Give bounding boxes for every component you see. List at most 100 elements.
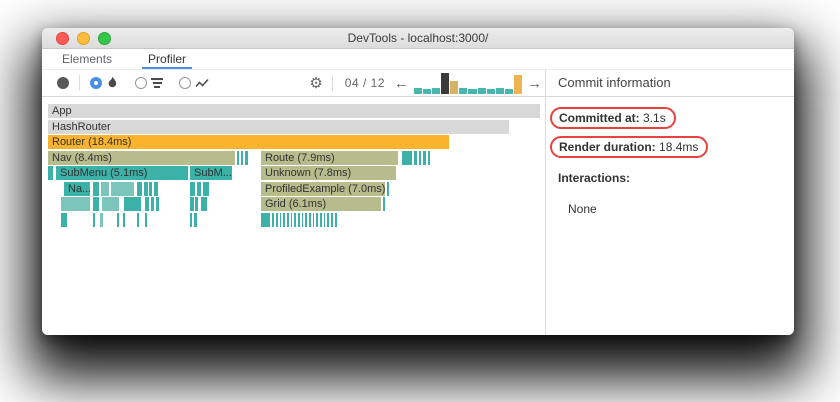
flame-tick[interactable]: [61, 213, 67, 227]
flame-tick[interactable]: [283, 213, 285, 227]
flame-tick[interactable]: [241, 151, 243, 165]
flame-tick[interactable]: [302, 213, 303, 227]
flame-bar[interactable]: Unknown (7.8ms): [261, 166, 396, 180]
flame-tick[interactable]: [237, 151, 239, 165]
flame-tick[interactable]: [261, 213, 270, 227]
flame-tick[interactable]: [423, 151, 426, 165]
flame-tick[interactable]: [93, 197, 99, 211]
flame-tick[interactable]: [144, 182, 148, 196]
minimize-button[interactable]: [77, 32, 90, 45]
flame-bar[interactable]: Grid (6.1ms): [261, 197, 381, 211]
tab-profiler[interactable]: Profiler: [142, 49, 192, 69]
flame-tick[interactable]: [111, 182, 134, 196]
zoom-button[interactable]: [98, 32, 111, 45]
flame-tick[interactable]: [402, 151, 412, 165]
minimap-commit-bar[interactable]: [504, 88, 513, 94]
minimap-commit-bar[interactable]: [468, 88, 477, 94]
flame-tick[interactable]: [117, 213, 119, 227]
flame-tick[interactable]: [327, 213, 329, 227]
minimap-commit-bar[interactable]: [495, 87, 504, 94]
radio-ranked-view[interactable]: [135, 77, 147, 89]
interactions-icon[interactable]: [195, 78, 209, 89]
next-commit-button[interactable]: →: [524, 76, 545, 91]
flame-tick[interactable]: [137, 213, 139, 227]
flame-tick[interactable]: [313, 213, 314, 227]
flame-tick[interactable]: [272, 213, 274, 227]
flame-tick[interactable]: [101, 182, 109, 196]
flame-tick[interactable]: [190, 213, 192, 227]
ranked-icon[interactable]: [151, 78, 163, 88]
flame-tick[interactable]: [428, 151, 430, 165]
prev-commit-button[interactable]: ←: [391, 76, 412, 91]
flame-tick[interactable]: [201, 197, 207, 211]
flame-tick[interactable]: [320, 213, 322, 227]
flame-tick[interactable]: [190, 182, 195, 196]
minimap-commit-bar[interactable]: [450, 80, 459, 94]
flame-tick[interactable]: [331, 213, 333, 227]
flame-tick[interactable]: [287, 213, 289, 227]
flame-tick[interactable]: [294, 213, 296, 227]
flame-icon[interactable]: [106, 76, 119, 90]
flame-bar[interactable]: HashRouter: [48, 120, 509, 134]
flame-tick[interactable]: [100, 213, 103, 227]
flame-bar[interactable]: SubMenu (5.1ms): [56, 166, 188, 180]
minimap-commit-bar[interactable]: [432, 87, 441, 94]
flame-tick[interactable]: [93, 213, 95, 227]
flame-tick[interactable]: [102, 197, 119, 211]
render-duration-value: 18.4ms: [659, 140, 699, 154]
flame-tick[interactable]: [149, 182, 152, 196]
flame-tick[interactable]: [151, 197, 154, 211]
flame-tick[interactable]: [194, 213, 197, 227]
flame-tick[interactable]: [203, 182, 209, 196]
flame-tick[interactable]: [316, 213, 318, 227]
minimap-commit-bar[interactable]: [513, 74, 522, 94]
flame-tick[interactable]: [383, 197, 385, 211]
flame-bar[interactable]: Na...: [64, 182, 90, 196]
gear-icon[interactable]: ⚙: [309, 76, 322, 91]
flame-tick[interactable]: [324, 213, 325, 227]
commit-minimap[interactable]: [414, 72, 522, 94]
tab-elements[interactable]: Elements: [56, 49, 118, 69]
flame-bar[interactable]: Nav (8.4ms): [48, 151, 235, 165]
flame-tick[interactable]: [291, 213, 292, 227]
radio-interactions-view[interactable]: [179, 77, 191, 89]
minimap-commit-bar[interactable]: [477, 87, 486, 94]
flame-tick[interactable]: [93, 182, 99, 196]
flame-tick[interactable]: [145, 213, 147, 227]
flame-tick[interactable]: [48, 166, 53, 180]
flame-tick[interactable]: [335, 213, 337, 227]
flame-tick[interactable]: [190, 197, 194, 211]
flame-bar[interactable]: App: [48, 104, 540, 118]
close-button[interactable]: [56, 32, 69, 45]
flame-tick[interactable]: [309, 213, 311, 227]
flame-chart: App HashRouter Router (18.4ms) Nav (8.4ms) R…: [42, 97, 545, 335]
flame-bar[interactable]: SubM...: [190, 166, 232, 180]
flame-tick[interactable]: [156, 197, 159, 211]
flame-tick[interactable]: [280, 213, 281, 227]
flame-tick[interactable]: [195, 197, 198, 211]
minimap-commit-bar[interactable]: [414, 87, 423, 94]
flame-bar[interactable]: ProfiledExample (7.0ms): [261, 182, 385, 196]
flame-tick[interactable]: [197, 182, 201, 196]
flame-tick[interactable]: [245, 151, 248, 165]
flame-tick[interactable]: [414, 151, 417, 165]
flame-tick[interactable]: [124, 197, 141, 211]
flame-tick[interactable]: [123, 213, 125, 227]
flame-bar[interactable]: Route (7.9ms): [261, 151, 398, 165]
flame-tick[interactable]: [387, 182, 389, 196]
flame-tick[interactable]: [61, 197, 90, 211]
minimap-commit-bar[interactable]: [459, 87, 468, 94]
flame-tick[interactable]: [305, 213, 307, 227]
record-button[interactable]: [57, 77, 69, 89]
flame-tick[interactable]: [276, 213, 278, 227]
minimap-commit-bar[interactable]: [441, 72, 450, 94]
flame-tick[interactable]: [154, 182, 158, 196]
flame-tick[interactable]: [145, 197, 149, 211]
minimap-commit-bar[interactable]: [423, 88, 432, 94]
flame-tick[interactable]: [137, 182, 142, 196]
flame-tick[interactable]: [298, 213, 300, 227]
minimap-commit-bar[interactable]: [486, 88, 495, 94]
flame-bar[interactable]: Router (18.4ms): [48, 135, 449, 149]
flame-tick[interactable]: [419, 151, 421, 165]
radio-flamegraph-view[interactable]: [90, 77, 102, 89]
